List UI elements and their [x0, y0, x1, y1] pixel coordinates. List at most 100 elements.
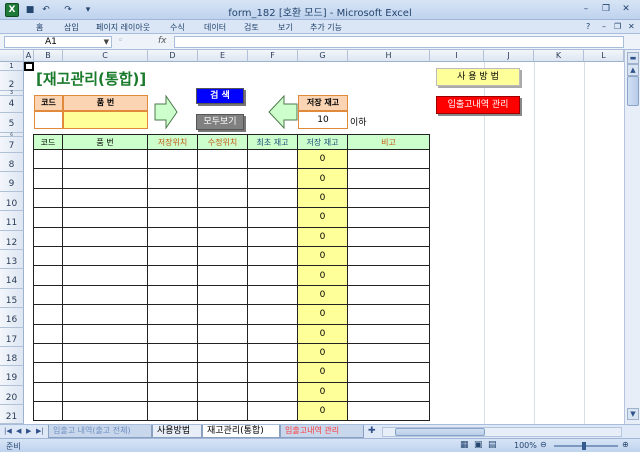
- normal-view-icon[interactable]: ▦: [460, 440, 469, 450]
- code-search-input[interactable]: [34, 111, 63, 129]
- name-box[interactable]: A1 ▼: [4, 36, 112, 48]
- ribbon-close-icon[interactable]: ✕: [628, 22, 635, 31]
- ribbon-restore-icon[interactable]: ❐: [614, 22, 621, 31]
- stock-cell[interactable]: 0: [297, 265, 348, 286]
- row-header-11[interactable]: 11: [0, 211, 24, 231]
- page-layout-view-icon[interactable]: ▣: [474, 440, 483, 450]
- tab-formulas[interactable]: 수식: [170, 22, 185, 33]
- row-header-19[interactable]: 19: [0, 366, 24, 386]
- column-header-e[interactable]: E: [198, 50, 248, 62]
- column-header-l[interactable]: L: [584, 50, 624, 62]
- selected-cell-a1[interactable]: [24, 62, 34, 71]
- table-row[interactable]: 0: [33, 148, 430, 170]
- column-header-f[interactable]: F: [248, 50, 298, 62]
- row-header-2[interactable]: 2: [0, 71, 24, 91]
- tab-review[interactable]: 검토: [244, 22, 259, 33]
- scroll-up-icon[interactable]: ▲: [627, 64, 639, 76]
- row-header-12[interactable]: 12: [0, 230, 24, 250]
- row-header-9[interactable]: 9: [0, 172, 24, 192]
- table-row[interactable]: 0: [33, 284, 430, 306]
- select-all-corner[interactable]: [0, 50, 24, 62]
- zoom-slider-thumb[interactable]: [582, 442, 586, 450]
- first-sheet-icon[interactable]: |◀: [4, 427, 12, 435]
- zoom-out-icon[interactable]: ⊖: [540, 440, 547, 449]
- table-row[interactable]: 0: [33, 187, 430, 209]
- row-header-13[interactable]: 13: [0, 250, 24, 270]
- row-header-5[interactable]: 5: [0, 113, 24, 133]
- last-sheet-icon[interactable]: ▶|: [36, 427, 44, 435]
- horizontal-scroll-thumb[interactable]: [395, 428, 485, 436]
- tab-home[interactable]: 홈: [36, 22, 43, 33]
- stock-cell[interactable]: 0: [297, 168, 348, 189]
- table-row[interactable]: 0: [33, 265, 430, 286]
- column-header-j[interactable]: J: [484, 50, 534, 62]
- row-header-1[interactable]: 1: [0, 62, 24, 71]
- column-header-b[interactable]: B: [34, 50, 63, 62]
- io-manage-button[interactable]: 입출고내역 관리: [436, 96, 520, 114]
- stock-cell[interactable]: 0: [297, 304, 348, 325]
- table-row[interactable]: 0: [33, 323, 430, 344]
- horizontal-scrollbar[interactable]: [382, 427, 622, 437]
- fx-icon[interactable]: fx: [158, 36, 167, 46]
- row-header-18[interactable]: 18: [0, 347, 24, 367]
- zoom-in-icon[interactable]: ⊕: [622, 440, 629, 449]
- stock-cell[interactable]: 0: [297, 381, 348, 403]
- table-row[interactable]: 0: [33, 304, 430, 325]
- column-header-d[interactable]: D: [148, 50, 198, 62]
- search-button[interactable]: 검 색: [196, 88, 244, 104]
- row-header-8[interactable]: 8: [0, 153, 24, 173]
- table-row[interactable]: 0: [33, 381, 430, 403]
- stock-cell[interactable]: 0: [297, 362, 348, 383]
- restore-icon[interactable]: ❐: [598, 3, 614, 16]
- prev-sheet-icon[interactable]: ◀: [16, 427, 21, 435]
- help-icon[interactable]: ?: [586, 22, 590, 31]
- show-all-button[interactable]: 모두보기: [196, 114, 244, 130]
- ribbon-minimize-icon[interactable]: –: [602, 22, 606, 31]
- worksheet[interactable]: [재고관리(통합)] 코드 품 번 검 색 모두보기 저장 재고 10 이하 사…: [24, 62, 624, 424]
- column-header-g[interactable]: G: [298, 50, 348, 62]
- table-row[interactable]: 0: [33, 168, 430, 189]
- stock-cell[interactable]: 0: [297, 323, 348, 344]
- tab-insert[interactable]: 삽입: [64, 22, 79, 33]
- sheet-tab-io-manage[interactable]: 입출고내역 관리: [280, 425, 364, 438]
- tab-add-ins[interactable]: 추가 기능: [310, 22, 342, 33]
- row-header-17[interactable]: 17: [0, 327, 24, 347]
- zoom-slider[interactable]: [554, 445, 618, 447]
- threshold-input[interactable]: 10: [298, 111, 348, 129]
- stock-cell[interactable]: 0: [297, 342, 348, 364]
- stock-cell[interactable]: 0: [297, 187, 348, 209]
- chevron-down-icon[interactable]: ▼: [104, 37, 109, 47]
- column-header-a[interactable]: A: [24, 50, 34, 62]
- row-header-21[interactable]: 21: [0, 405, 24, 424]
- row-header-20[interactable]: 20: [0, 385, 24, 406]
- item-search-input[interactable]: [63, 111, 148, 129]
- sheet-tab-inventory[interactable]: 재고관리(통합): [202, 425, 280, 438]
- tab-data[interactable]: 데이터: [204, 22, 226, 33]
- insert-sheet-icon[interactable]: ✚: [368, 426, 376, 436]
- table-row[interactable]: 0: [33, 245, 430, 267]
- table-row[interactable]: 0: [33, 342, 430, 364]
- row-header-10[interactable]: 10: [0, 191, 24, 212]
- zoom-handle-icon[interactable]: ◦: [118, 36, 123, 46]
- column-header-h[interactable]: H: [348, 50, 430, 62]
- page-break-view-icon[interactable]: ▤: [488, 440, 497, 450]
- table-row[interactable]: 0: [33, 401, 430, 422]
- tab-page-layout[interactable]: 페이지 레이아웃: [96, 22, 150, 33]
- stock-cell[interactable]: 0: [297, 226, 348, 247]
- vertical-scrollbar[interactable]: ▬ ▲ ▼: [624, 50, 640, 424]
- zoom-level[interactable]: 100%: [514, 441, 537, 450]
- table-row[interactable]: 0: [33, 362, 430, 383]
- stock-cell[interactable]: 0: [297, 245, 348, 267]
- column-header-k[interactable]: K: [534, 50, 584, 62]
- row-header-14[interactable]: 14: [0, 269, 24, 289]
- stock-cell[interactable]: 0: [297, 148, 348, 170]
- column-header-c[interactable]: C: [63, 50, 148, 62]
- tab-view[interactable]: 보기: [278, 22, 293, 33]
- row-header-16[interactable]: 16: [0, 308, 24, 328]
- next-sheet-icon[interactable]: ▶: [26, 427, 31, 435]
- column-header-i[interactable]: I: [430, 50, 484, 62]
- row-header-15[interactable]: 15: [0, 288, 24, 309]
- close-icon[interactable]: ✕: [618, 3, 634, 16]
- scroll-down-icon[interactable]: ▼: [627, 408, 639, 420]
- formula-input[interactable]: [174, 36, 624, 48]
